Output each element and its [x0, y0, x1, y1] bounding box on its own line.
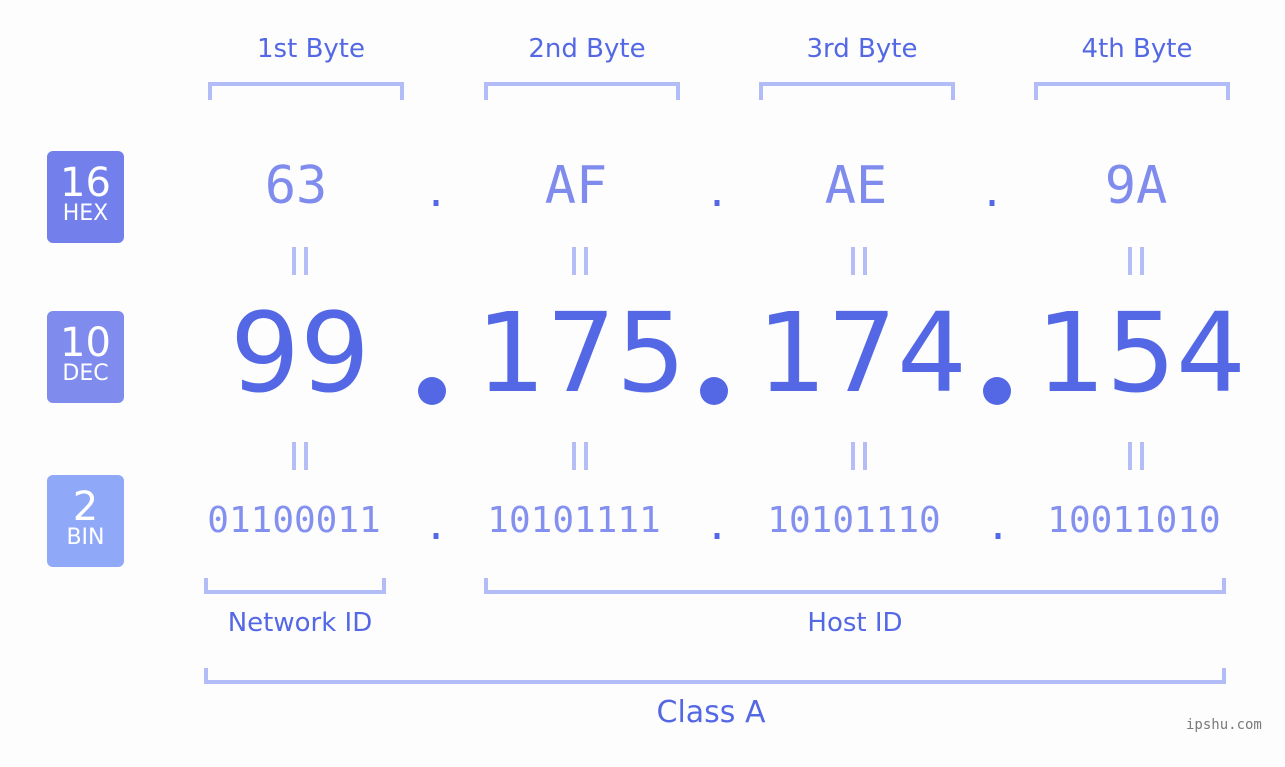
dec-byte-1: 99 — [230, 289, 370, 417]
class-bracket — [204, 668, 1226, 684]
hex-byte-2: AF — [544, 156, 608, 216]
bin-byte-3: 10101110 — [767, 500, 941, 541]
dec-separator-1 — [418, 377, 446, 405]
bin-separator-2: . — [704, 503, 730, 549]
equals-icon — [572, 247, 588, 275]
equals-icon — [572, 442, 588, 470]
dec-separator-3 — [983, 377, 1011, 405]
byte-bracket-2 — [484, 82, 680, 100]
network-id-bracket — [204, 578, 386, 594]
hex-badge: 16 HEX — [47, 151, 124, 243]
hex-separator-3: . — [979, 170, 1005, 216]
equals-icon — [1128, 442, 1144, 470]
bin-badge-number: 2 — [72, 484, 99, 530]
byte-bracket-1 — [208, 82, 404, 100]
bin-separator-3: . — [985, 503, 1011, 549]
equals-icon — [1128, 247, 1144, 275]
byte-bracket-3 — [759, 82, 955, 100]
dec-badge: 10 DEC — [47, 311, 124, 403]
bin-badge: 2 BIN — [47, 475, 124, 567]
bin-byte-2: 10101111 — [487, 500, 661, 541]
dec-byte-3: 174 — [757, 289, 967, 417]
network-id-label: Network ID — [227, 608, 373, 638]
dec-badge-label: DEC — [62, 361, 109, 386]
hex-byte-4: 9A — [1104, 156, 1168, 216]
dec-byte-2: 175 — [476, 289, 686, 417]
host-id-label: Host ID — [807, 608, 903, 638]
byte-bracket-4 — [1034, 82, 1230, 100]
byte-label-2: 2nd Byte — [528, 34, 646, 64]
bin-badge-label: BIN — [66, 525, 105, 550]
host-id-bracket — [484, 578, 1226, 594]
hex-separator-1: . — [423, 170, 449, 216]
equals-icon — [292, 442, 308, 470]
bin-byte-1: 01100011 — [207, 500, 381, 541]
dec-separator-2 — [700, 377, 728, 405]
equals-icon — [851, 247, 867, 275]
byte-label-3: 3rd Byte — [806, 34, 918, 64]
byte-label-4: 4th Byte — [1081, 34, 1193, 64]
equals-icon — [292, 247, 308, 275]
hex-separator-2: . — [704, 170, 730, 216]
byte-label-1: 1st Byte — [257, 34, 365, 64]
hex-byte-3: AE — [824, 156, 888, 216]
class-label: Class A — [656, 695, 766, 730]
hex-byte-1: 63 — [264, 156, 328, 216]
dec-byte-4: 154 — [1036, 289, 1246, 417]
dec-badge-number: 10 — [60, 320, 111, 366]
hex-badge-label: HEX — [62, 201, 109, 226]
equals-icon — [851, 442, 867, 470]
hex-badge-number: 16 — [60, 160, 111, 206]
watermark: ipshu.com — [1186, 717, 1262, 733]
bin-byte-4: 10011010 — [1047, 500, 1221, 541]
bin-separator-1: . — [423, 503, 449, 549]
